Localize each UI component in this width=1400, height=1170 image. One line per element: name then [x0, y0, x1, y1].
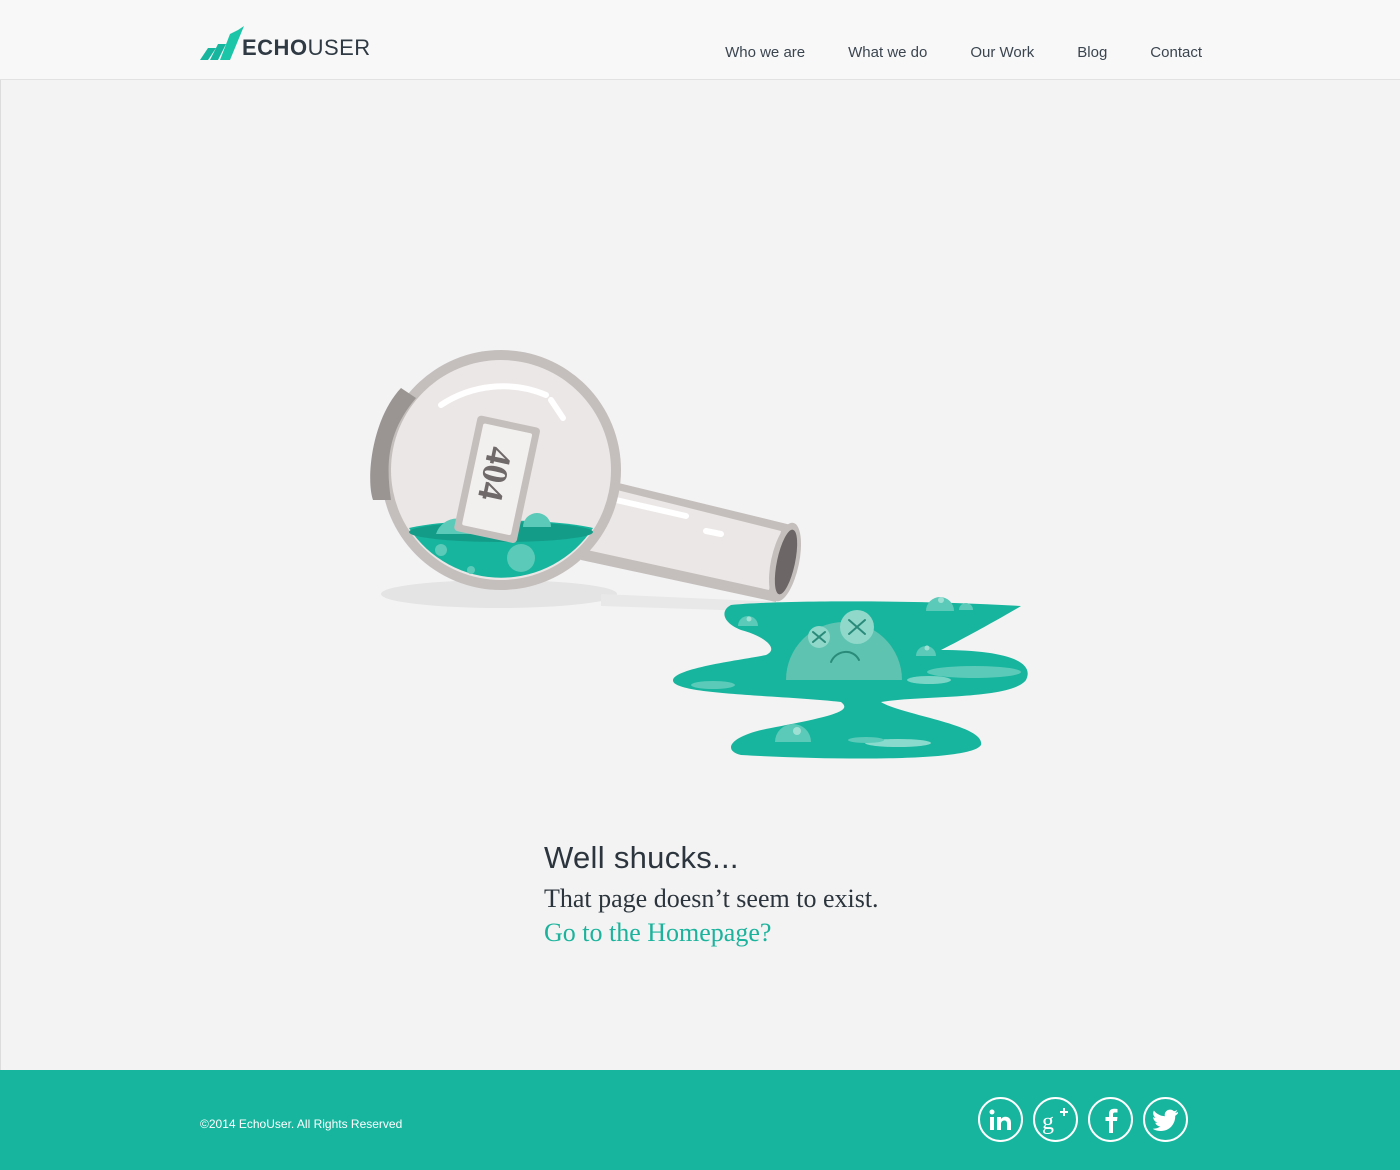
logo-mark-icon: [200, 26, 244, 60]
homepage-link[interactable]: Go to the Homepage?: [544, 918, 771, 947]
error-body-text: That page doesn’t seem to exist.: [544, 884, 879, 913]
linkedin-button[interactable]: [978, 1097, 1023, 1142]
nav-blog[interactable]: Blog: [1077, 44, 1107, 61]
twitter-icon: [1152, 1109, 1178, 1131]
google-plus-button[interactable]: g: [1033, 1097, 1078, 1142]
nav-contact[interactable]: Contact: [1150, 44, 1202, 61]
error-message: Well shucks... That page doesn’t seem to…: [544, 840, 904, 950]
nav-what-we-do[interactable]: What we do: [848, 44, 927, 61]
main-content: 404 Well shucks... That page doesn’t see…: [0, 80, 1400, 1070]
logo[interactable]: ECHOUSER: [200, 24, 371, 60]
linkedin-icon: [989, 1109, 1011, 1130]
nav-who-we-are[interactable]: Who we are: [725, 44, 805, 61]
copyright: ©2014 EchoUser. All Rights Reserved: [200, 1117, 403, 1131]
headline: Well shucks...: [544, 840, 739, 875]
google-plus-icon: g: [1042, 1107, 1068, 1134]
svg-text:g: g: [1042, 1109, 1054, 1134]
logo-text: ECHOUSER: [242, 35, 371, 60]
spilled-flask-illustration: 404: [370, 350, 1028, 759]
site-header: ECHOUSER Who we are What we do Our Work …: [0, 0, 1400, 80]
error-body: That page doesn’t seem to exist. Go to t…: [544, 882, 904, 950]
twitter-button[interactable]: [1143, 1097, 1188, 1142]
social-links: g: [978, 1097, 1188, 1142]
facebook-icon: [1105, 1108, 1117, 1133]
nav-our-work[interactable]: Our Work: [970, 44, 1034, 61]
site-footer: ©2014 EchoUser. All Rights Reserved g: [0, 1070, 1400, 1170]
facebook-button[interactable]: [1088, 1097, 1133, 1142]
main-nav: Who we are What we do Our Work Blog Cont…: [682, 44, 1202, 61]
